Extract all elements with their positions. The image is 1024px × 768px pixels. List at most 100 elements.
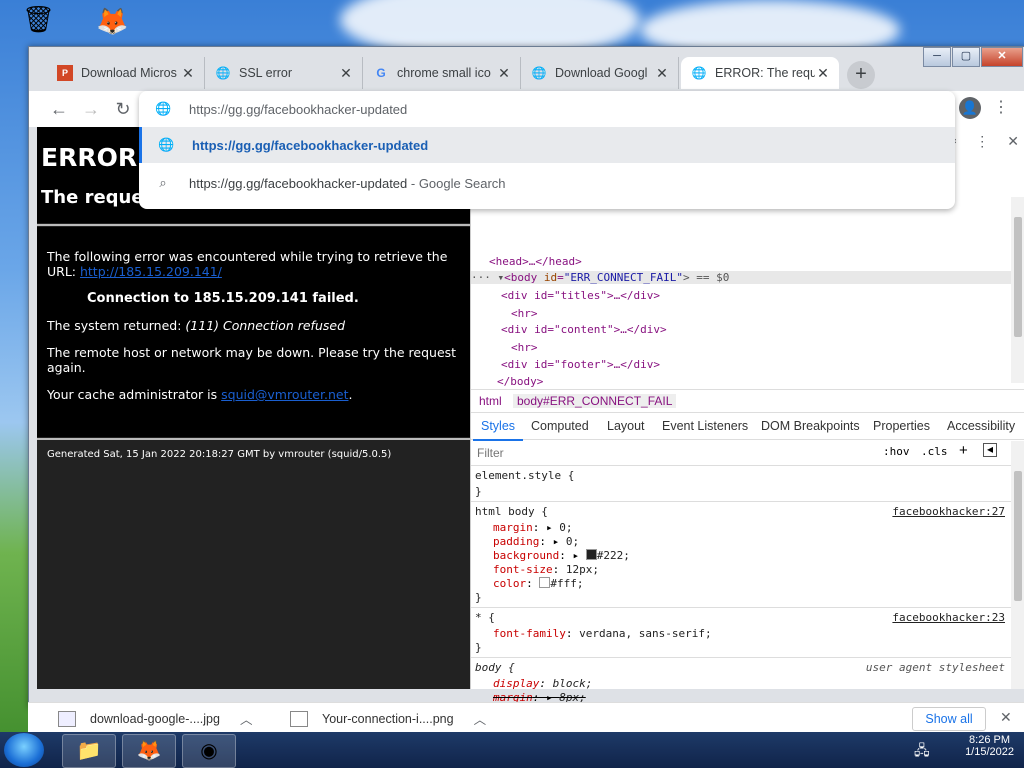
download-filename: download-google-....jpg	[90, 711, 220, 726]
close-icon[interactable]: ✕	[338, 65, 354, 82]
close-icon[interactable]: ✕	[654, 65, 670, 82]
tab-title: Download Micros	[81, 66, 177, 80]
suggestion-url[interactable]: 🌐 https://gg.gg/facebookhacker-updated	[139, 127, 955, 163]
dom-node-hr[interactable]: <hr>	[511, 341, 538, 354]
close-icon[interactable]: ✕	[1000, 709, 1012, 726]
dom-scrollbar[interactable]	[1011, 197, 1024, 383]
css-prop-background[interactable]: background: ▸ #222;	[493, 549, 630, 562]
add-rule-icon[interactable]: +	[959, 442, 968, 459]
footer-text: Generated Sat, 15 Jan 2022 20:18:27 GMT …	[47, 449, 392, 460]
styles-filter-input[interactable]	[475, 444, 875, 462]
hov-toggle[interactable]: :hov	[883, 445, 910, 458]
close-icon[interactable]: ✕	[496, 65, 512, 82]
more-icon[interactable]: ⋮	[975, 133, 989, 150]
tab-properties[interactable]: Properties	[873, 419, 930, 433]
profile-avatar-icon[interactable]: 👤	[959, 97, 981, 119]
tab-styles[interactable]: Styles	[472, 419, 524, 441]
color-swatch[interactable]	[539, 577, 551, 588]
tab-error-active[interactable]: 🌐 ERROR: The requ ✕	[681, 57, 839, 89]
network-icon[interactable]: 🖧	[914, 740, 930, 764]
styles-scrollbar[interactable]	[1011, 441, 1024, 689]
prop-value: 12px;	[565, 563, 599, 576]
rule-selector: html body {	[475, 505, 548, 518]
download-shelf: download-google-....jpg ︿ Your-connectio…	[28, 702, 1024, 733]
forward-button[interactable]: →	[79, 97, 103, 121]
close-icon[interactable]: ✕	[1007, 133, 1019, 150]
browser-window: P Download Micros ✕ 🌐 SSL error ✕ G chro…	[28, 46, 1024, 708]
google-icon: G	[376, 66, 386, 80]
scroll-thumb[interactable]	[1014, 471, 1022, 601]
css-prop-margin[interactable]: margin: ▸ 0;	[493, 521, 573, 534]
css-prop-display[interactable]: display: block;	[493, 677, 592, 690]
color-swatch[interactable]	[585, 549, 597, 560]
tab-accessibility[interactable]: Accessibility	[947, 419, 1015, 433]
tab-title: ERROR: The requ	[715, 66, 815, 80]
clock[interactable]: 8:26 PM 1/15/2022	[965, 734, 1014, 758]
download-item-2[interactable]: Your-connection-i....png ︿	[290, 709, 486, 728]
recycle-bin-icon[interactable]: 🗑	[22, 4, 55, 35]
minimize-button[interactable]: ─	[923, 47, 951, 67]
chevron-up-icon[interactable]: ︿	[474, 709, 487, 728]
error-page: ERROR The reque The following error was …	[37, 127, 470, 689]
dom-body-attr: id	[543, 271, 558, 284]
chrome-icon[interactable]: ◉	[182, 734, 236, 768]
tab-title: chrome small ico	[397, 66, 491, 80]
rule-universal: * { facebookhacker:23 font-family: verda…	[471, 609, 1011, 658]
suggestion-text: https://gg.gg/facebookhacker-updated	[192, 137, 429, 153]
suggestion-search[interactable]: ⌕ https://gg.gg/facebookhacker-updated -…	[139, 165, 955, 201]
tab-chrome-small-icon[interactable]: G chrome small ico ✕	[363, 57, 521, 89]
dom-node-body-close[interactable]: </body>	[497, 375, 543, 388]
tab-ssl-error[interactable]: 🌐 SSL error ✕	[205, 57, 363, 89]
address-input[interactable]	[189, 101, 789, 117]
dom-node-body-selected[interactable]: ··· ▾<body id="ERR_CONNECT_FAIL"> == $0	[471, 271, 1011, 284]
file-explorer-icon[interactable]: 📁	[62, 734, 116, 768]
scroll-thumb[interactable]	[1014, 217, 1022, 337]
rule-source-link[interactable]: facebookhacker:23	[892, 611, 1005, 624]
tab-layout[interactable]: Layout	[607, 419, 645, 433]
menu-icon[interactable]: ⋮	[993, 97, 1009, 117]
admin-email-link[interactable]: squid@vmrouter.net	[221, 387, 348, 402]
dom-node-hr[interactable]: <hr>	[511, 307, 538, 320]
dom-body-tag: <body	[504, 271, 538, 284]
cls-toggle[interactable]: .cls	[921, 445, 948, 458]
show-all-button[interactable]: Show all	[912, 707, 986, 731]
rule-source-link[interactable]: facebookhacker:27	[892, 505, 1005, 518]
css-prop-font-family[interactable]: font-family: verdana, sans-serif;	[493, 627, 712, 640]
breadcrumb-body[interactable]: body#ERR_CONNECT_FAIL	[513, 394, 677, 408]
suggestion-text: https://gg.gg/facebookhacker-updated	[189, 175, 408, 191]
css-prop-color[interactable]: color: #fff;	[493, 577, 584, 590]
reload-button[interactable]: ↻	[111, 97, 135, 121]
dom-node-content[interactable]: <div id="content">…</div>	[501, 323, 667, 336]
error-url-link[interactable]: http://185.15.209.141/	[80, 264, 222, 279]
devtools-panel: ⚙ ⋮ ✕ <head>…</head> ··· ▾<body id="ERR_…	[470, 127, 1024, 704]
css-prop-font-size[interactable]: font-size: 12px;	[493, 563, 599, 576]
breadcrumb-html[interactable]: html	[479, 394, 502, 408]
close-window-button[interactable]: ✕	[981, 47, 1023, 67]
back-button[interactable]: ←	[47, 97, 71, 121]
tab-computed[interactable]: Computed	[531, 419, 589, 433]
element-style-selector[interactable]: element.style {	[475, 469, 574, 482]
maximize-button[interactable]: ▢	[952, 47, 980, 67]
download-item-1[interactable]: download-google-....jpg ︿	[58, 709, 252, 728]
tab-download-google[interactable]: 🌐 Download Googl ✕	[521, 57, 679, 89]
tab-event-listeners[interactable]: Event Listeners	[662, 419, 748, 433]
dom-node-footer[interactable]: <div id="footer">…</div>	[501, 358, 660, 371]
toggle-sidebar-icon[interactable]: ◂	[983, 443, 997, 457]
rule-close: }	[475, 485, 482, 498]
close-icon[interactable]: ✕	[815, 65, 831, 82]
tab-dom-breakpoints[interactable]: DOM Breakpoints	[761, 419, 860, 433]
dom-node-titles[interactable]: <div id="titles">…</div>	[501, 289, 660, 302]
new-tab-button[interactable]: +	[847, 61, 875, 89]
dom-node-head[interactable]: <head>…</head>	[489, 255, 582, 268]
firefox-icon[interactable]: 🦊	[122, 734, 176, 768]
css-prop-padding[interactable]: padding: ▸ 0;	[493, 535, 579, 548]
prop-name: display	[493, 677, 540, 690]
omnibox-dropdown: 🌐 🌐 https://gg.gg/facebookhacker-updated…	[139, 91, 955, 209]
tab-download-microsoft[interactable]: P Download Micros ✕	[47, 57, 205, 89]
error-heading: ERROR	[41, 143, 138, 172]
prop-name: padding	[493, 535, 540, 548]
chevron-up-icon[interactable]: ︿	[240, 709, 253, 728]
firefox-desktop-icon[interactable]: 🦊	[96, 6, 128, 37]
start-button[interactable]	[4, 733, 44, 767]
close-icon[interactable]: ✕	[180, 65, 196, 82]
